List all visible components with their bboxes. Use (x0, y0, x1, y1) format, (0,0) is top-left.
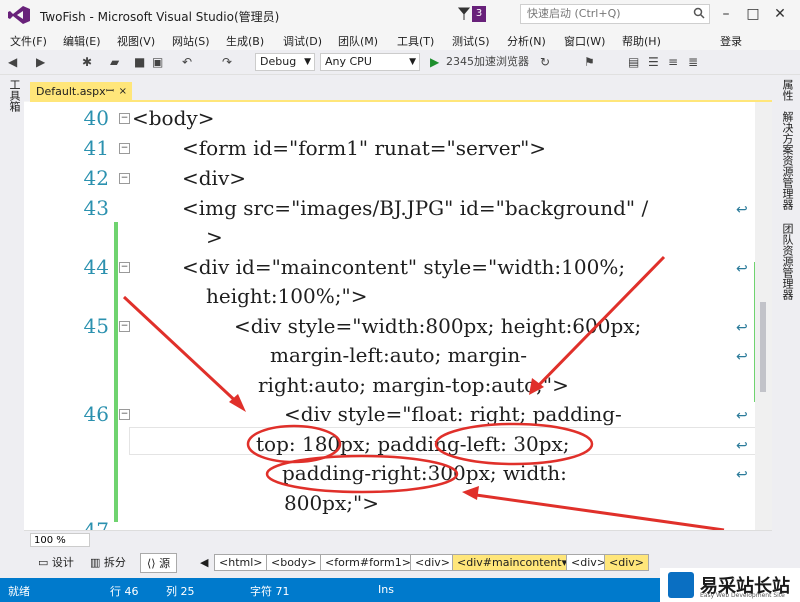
split-view-button[interactable]: ▥ 拆分 (90, 553, 126, 573)
tab-default-aspx[interactable]: Default.aspx ꟷ × (30, 82, 132, 101)
login-link[interactable]: 登录 (720, 33, 742, 49)
breadcrumb-form[interactable]: <form#form1> (320, 554, 416, 571)
quick-launch-input[interactable]: 快速启动 (Ctrl+Q) (520, 4, 710, 24)
refresh-icon[interactable]: ↻ (540, 54, 550, 70)
code-editor[interactable]: 40 41 42 43 44 45 46 47 − − − − − − <bod… (24, 102, 772, 530)
document-icon[interactable]: ▤ (628, 54, 639, 70)
breadcrumb-maincontent[interactable]: <div#maincontent▾ (452, 554, 573, 571)
browser-select[interactable]: 2345加速浏览器 (446, 54, 529, 70)
annotation-arrow (468, 492, 725, 530)
platform-select[interactable]: Any CPU ▼ (320, 53, 420, 71)
site-watermark: 易采站长站 Easy Web Development Site (660, 568, 800, 602)
save-icon[interactable]: ■ (134, 54, 145, 70)
undo-icon[interactable]: ↶ (182, 54, 192, 70)
annotation-circle-padding-right (265, 454, 459, 494)
breadcrumb-html[interactable]: <html> (214, 554, 268, 571)
breadcrumb-div-current[interactable]: <div> (604, 554, 649, 571)
search-icon (693, 7, 705, 25)
toolbox-tab[interactable]: 工具箱 (6, 79, 22, 112)
back-icon[interactable]: ◀ (8, 54, 17, 70)
menu-bar: 文件(F) 编辑(E) 视图(V) 网站(S) 生成(B) 调试(D) 团队(M… (0, 30, 800, 50)
title-bar: TwoFish - Microsoft Visual Studio(管理员) 3… (0, 0, 800, 30)
bookmark-icon[interactable]: ⚑ (584, 54, 595, 70)
align-icon[interactable]: ☰ (648, 54, 659, 70)
menu-test[interactable]: 测试(S) (452, 33, 490, 49)
status-column: 列 25 (166, 585, 195, 598)
solution-config-value: Debug (260, 55, 297, 68)
forward-icon[interactable]: ▶ (36, 54, 45, 70)
team-explorer-tab[interactable]: 团队资源管理器 (779, 223, 795, 300)
start-debug-icon[interactable]: ▶ (430, 54, 439, 70)
annotation-circle-padding-left (434, 422, 594, 466)
status-char: 字符 71 (250, 585, 290, 598)
open-folder-icon[interactable]: ▰ (110, 54, 119, 70)
annotation-arrow (122, 295, 244, 409)
split-label: 拆分 (103, 556, 126, 569)
design-view-button[interactable]: ▭ 设计 (38, 553, 74, 573)
breadcrumb-scroll-left[interactable]: ◀ (200, 553, 208, 573)
annotation-arrow (532, 255, 666, 392)
watermark-subtitle: Easy Web Development Site (700, 592, 785, 599)
status-ready: 就绪 (8, 585, 30, 598)
menu-file[interactable]: 文件(F) (10, 33, 47, 49)
close-icon[interactable]: × (119, 82, 127, 101)
minimize-button[interactable]: – (713, 4, 739, 24)
status-insert-mode: Ins (378, 583, 394, 596)
menu-help[interactable]: 帮助(H) (622, 33, 661, 49)
solution-config-select[interactable]: Debug ▼ (255, 53, 315, 71)
site-logo-icon (668, 572, 694, 598)
annotation-overlay (122, 255, 725, 530)
close-button[interactable]: ✕ (767, 4, 793, 24)
properties-tab[interactable]: 属性 (779, 79, 795, 101)
source-label: 源 (159, 557, 171, 570)
design-label: 设计 (51, 556, 74, 569)
notification-flag-icon[interactable] (458, 7, 470, 21)
maximize-button[interactable]: □ (740, 4, 766, 24)
source-view-button[interactable]: ⟨⟩ 源 (140, 553, 178, 573)
menu-analyze[interactable]: 分析(N) (507, 33, 546, 49)
zoom-bar: 100 % (24, 530, 772, 549)
menu-view[interactable]: 视图(V) (117, 33, 155, 49)
pin-icon[interactable]: ꟷ (106, 82, 114, 101)
quick-launch-placeholder: 快速启动 (Ctrl+Q) (527, 7, 621, 20)
toolbar: ◀ ▶ ✱ ▰ ■ ▣ ↶ ↷ Debug ▼ Any CPU ▼ ▶ 2345加速… (0, 50, 800, 75)
vertical-scrollbar[interactable] (755, 102, 772, 530)
uncomment-icon[interactable]: ≣ (688, 54, 698, 70)
notification-badge[interactable]: 3 (472, 6, 486, 22)
zoom-select[interactable]: 100 % (30, 533, 90, 547)
comment-icon[interactable]: ≡ (668, 54, 678, 70)
breadcrumb-body[interactable]: <body> (266, 554, 322, 571)
menu-website[interactable]: 网站(S) (172, 33, 210, 49)
platform-value: Any CPU (325, 55, 372, 68)
visual-studio-logo-icon (8, 6, 30, 24)
scroll-thumb[interactable] (760, 302, 766, 392)
solution-explorer-tab[interactable]: 解决方案资源管理器 (779, 111, 795, 210)
menu-window[interactable]: 窗口(W) (564, 33, 605, 49)
window-title: TwoFish - Microsoft Visual Studio(管理员) (40, 10, 280, 24)
tab-label: Default.aspx (36, 85, 106, 98)
chevron-down-icon: ▼ (304, 57, 311, 67)
menu-team[interactable]: 团队(M) (338, 33, 378, 49)
menu-edit[interactable]: 编辑(E) (63, 33, 101, 49)
menu-build[interactable]: 生成(B) (226, 33, 264, 49)
new-project-icon[interactable]: ✱ (82, 54, 92, 70)
status-line: 行 46 (110, 585, 139, 598)
redo-icon[interactable]: ↷ (222, 54, 232, 70)
toolbox-strip: 工具箱 (0, 75, 24, 550)
chevron-down-icon: ▼ (409, 57, 416, 67)
zoom-value: 100 % (34, 535, 66, 546)
menu-debug[interactable]: 调试(D) (283, 33, 322, 49)
right-tool-strip: 属性 解决方案资源管理器 团队资源管理器 (772, 75, 800, 550)
breadcrumb-div[interactable]: <div> (410, 554, 455, 571)
document-tab-row: Default.aspx ꟷ × (24, 75, 772, 101)
save-all-icon[interactable]: ▣ (152, 54, 163, 70)
menu-tools[interactable]: 工具(T) (397, 33, 434, 49)
